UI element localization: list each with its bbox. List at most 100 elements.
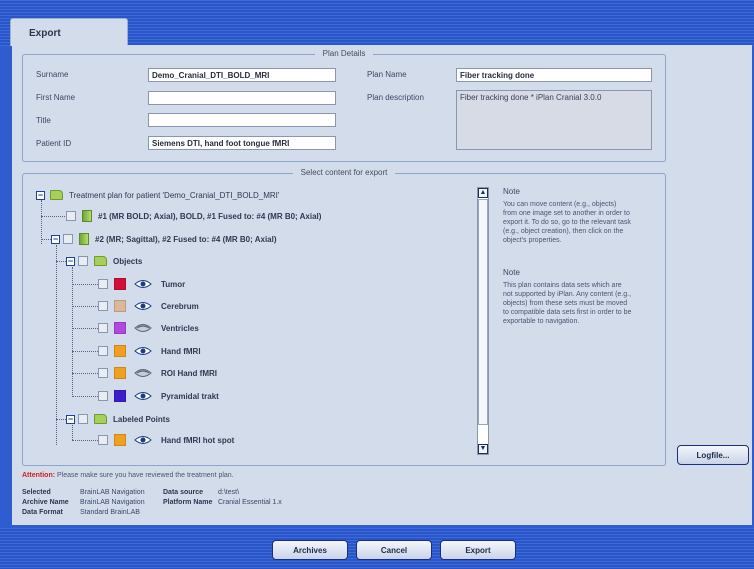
meta-platform: Platform Name Cranial Essential 1.x: [163, 499, 282, 506]
object-checkbox[interactable]: [98, 346, 108, 356]
tree-connector: [56, 419, 66, 420]
note-line: export it. To do so, go to the relevant …: [503, 219, 631, 226]
eye-hidden-icon[interactable]: [134, 368, 152, 378]
attention-message: Attention: Please make sure you have rev…: [22, 472, 234, 479]
meta-source: Data source d:\test\: [163, 489, 239, 496]
tree-connector: [72, 396, 98, 397]
plan-name-field[interactable]: Fiber tracking done: [456, 68, 652, 82]
plan-details-title: Plan Details: [314, 49, 374, 58]
note-1-title: Note: [503, 187, 520, 196]
format-value: Standard BrainLAB: [80, 509, 140, 516]
tree-connector: [72, 425, 73, 440]
tree-connector: [72, 306, 98, 307]
tree-object-item[interactable]: Pyramidal trakt: [98, 388, 219, 404]
source-value: d:\test\: [218, 489, 240, 496]
eye-visible-icon[interactable]: [134, 301, 152, 311]
note-line: to compatible data sets first in order t…: [503, 309, 632, 316]
object-label: Tumor: [161, 279, 186, 289]
tree-object-item[interactable]: Cerebrum: [98, 298, 199, 314]
tree-objects-folder[interactable]: − Objects: [66, 253, 142, 269]
collapse-icon[interactable]: −: [51, 234, 60, 244]
object-color-swatch: [114, 322, 126, 334]
set-2-checkbox[interactable]: [63, 234, 73, 244]
tab-export[interactable]: Export: [10, 18, 128, 46]
note-2-text: This plan contains data sets which are n…: [503, 281, 631, 326]
tree-set-1[interactable]: #1 (MR BOLD; Axial), BOLD, #1 Fused to: …: [66, 208, 321, 224]
object-label: Ventricles: [161, 323, 199, 333]
title-field[interactable]: [148, 113, 336, 127]
patient-id-label: Patient ID: [36, 139, 72, 148]
tree-point-item[interactable]: Hand fMRI hot spot: [98, 432, 234, 448]
first-name-field[interactable]: [148, 91, 336, 105]
object-checkbox[interactable]: [98, 279, 108, 289]
platform-label: Platform Name: [163, 499, 213, 506]
eye-visible-icon[interactable]: [134, 435, 152, 445]
objects-checkbox[interactable]: [78, 256, 88, 266]
scroll-up-icon[interactable]: ▲: [478, 188, 488, 198]
patient-id-field[interactable]: Siemens DTI, hand foot tongue fMRI: [148, 136, 336, 150]
tree-object-item[interactable]: ROI Hand fMRI: [98, 365, 217, 381]
folder-icon: [94, 414, 107, 424]
point-color-swatch: [114, 434, 126, 446]
note-line: objects) from these sets must be moved: [503, 300, 628, 307]
scroll-down-icon[interactable]: ▼: [478, 444, 488, 454]
tree-connector: [72, 440, 98, 441]
object-color-swatch: [114, 367, 126, 379]
object-checkbox[interactable]: [98, 323, 108, 333]
plan-description-field[interactable]: Fiber tracking done * iPlan Cranial 3.0.…: [456, 90, 652, 150]
eye-hidden-icon[interactable]: [134, 323, 152, 333]
object-checkbox[interactable]: [98, 301, 108, 311]
cancel-button[interactable]: Cancel: [356, 540, 432, 560]
image-set-icon: [79, 233, 89, 245]
object-checkbox[interactable]: [98, 368, 108, 378]
surname-label: Surname: [36, 70, 69, 79]
set-1-label: #1 (MR BOLD; Axial), BOLD, #1 Fused to: …: [98, 211, 322, 221]
object-label: ROI Hand fMRI: [161, 368, 217, 378]
note-line: exportable to navigation.: [503, 318, 580, 325]
archives-button[interactable]: Archives: [272, 540, 348, 560]
tree-object-item[interactable]: Hand fMRI: [98, 343, 201, 359]
tree-connector: [72, 284, 98, 285]
collapse-icon[interactable]: −: [66, 414, 75, 424]
set-2-label: #2 (MR; Sagittal), #2 Fused to: #4 (MR B…: [95, 234, 277, 244]
meta-selected: Selected BrainLAB Navigation: [22, 489, 145, 496]
eye-visible-icon[interactable]: [134, 391, 152, 401]
tree-scrollbar[interactable]: ▲ ▼: [477, 187, 489, 455]
eye-visible-icon[interactable]: [134, 346, 152, 356]
object-color-swatch: [114, 278, 126, 290]
tree-connector: [72, 267, 73, 397]
note-line: from one image set to another in order t…: [503, 210, 630, 217]
object-label: Hand fMRI: [161, 346, 201, 356]
tree-connector: [41, 239, 51, 240]
tree-object-item[interactable]: Tumor: [98, 276, 185, 292]
meta-format: Data Format Standard BrainLAB: [22, 509, 140, 516]
tree-labeled-points-folder[interactable]: − Labeled Points: [66, 411, 170, 427]
tree-object-item[interactable]: Ventricles: [98, 320, 199, 336]
collapse-icon[interactable]: −: [36, 190, 45, 200]
point-label: Hand fMRI hot spot: [161, 435, 235, 445]
logfile-button[interactable]: Logfile...: [677, 445, 749, 465]
note-line: object's properties.: [503, 237, 562, 244]
source-label: Data source: [163, 489, 204, 496]
tree-set-2[interactable]: − #2 (MR; Sagittal), #2 Fused to: #4 (MR…: [51, 231, 277, 247]
folder-icon: [50, 190, 63, 200]
meta-archive: Archive Name BrainLAB Navigation: [22, 499, 145, 506]
collapse-icon[interactable]: −: [66, 256, 75, 266]
set-1-checkbox[interactable]: [66, 211, 76, 221]
object-checkbox[interactable]: [98, 391, 108, 401]
point-checkbox[interactable]: [98, 435, 108, 445]
object-label: Cerebrum: [161, 301, 199, 311]
labeled-points-checkbox[interactable]: [78, 414, 88, 424]
selected-value: BrainLAB Navigation: [80, 489, 145, 496]
tree-root[interactable]: − Treatment plan for patient 'Demo_Crani…: [36, 187, 279, 203]
export-button[interactable]: Export: [440, 540, 516, 560]
object-label: Pyramidal trakt: [161, 391, 219, 401]
selected-label: Selected: [22, 489, 51, 496]
platform-value: Cranial Essential 1.x: [218, 499, 282, 506]
scroll-thumb[interactable]: [478, 199, 488, 425]
select-content-title: Select content for export: [292, 168, 396, 177]
tree-connector: [72, 351, 98, 352]
surname-field[interactable]: Demo_Cranial_DTI_BOLD_MRI: [148, 68, 336, 82]
eye-visible-icon[interactable]: [134, 279, 152, 289]
tree-root-label: Treatment plan for patient 'Demo_Cranial…: [69, 190, 280, 200]
